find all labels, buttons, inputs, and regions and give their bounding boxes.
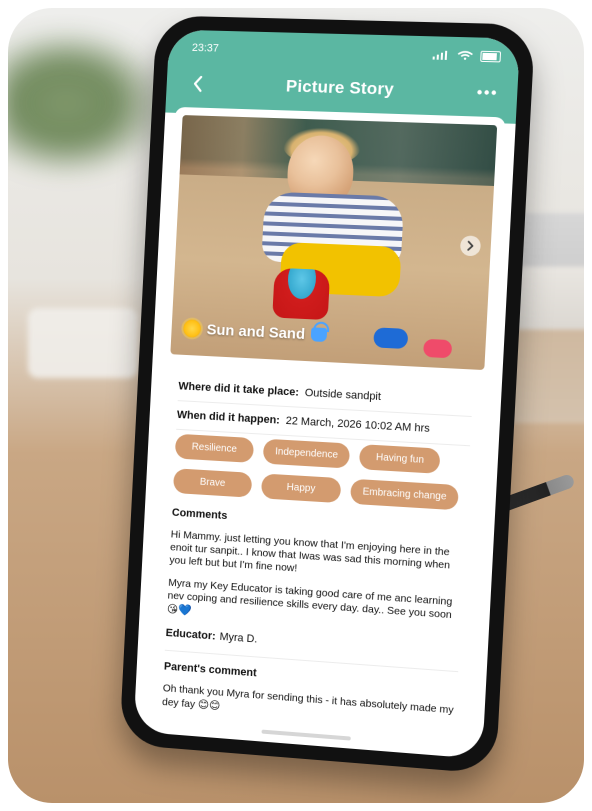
when-value: 22 March, 2026 10:02 AM hrs xyxy=(285,414,431,435)
tag-independence[interactable]: Independence xyxy=(262,438,351,469)
smartphone: 23:37 Picture Story Sun and Sand Where d… xyxy=(119,15,536,775)
educator-value: Myra D. xyxy=(219,630,258,646)
next-photo-button[interactable] xyxy=(459,235,482,257)
more-button[interactable] xyxy=(472,82,502,103)
status-icons xyxy=(432,49,502,62)
status-bar: 23:37 xyxy=(192,40,502,64)
chevron-right-icon xyxy=(465,240,476,253)
educator-label: Educator: xyxy=(165,626,217,643)
photo-caption-text: Sun and Sand xyxy=(206,320,306,343)
nav-bar: Picture Story xyxy=(166,63,519,114)
status-time: 23:37 xyxy=(191,41,220,55)
story-card: Sun and Sand Where did it take place: Ou… xyxy=(143,106,506,745)
story-photo: Sun and Sand xyxy=(170,115,498,371)
phone-screen: 23:37 Picture Story Sun and Sand Where d… xyxy=(133,29,521,760)
pink-toy xyxy=(423,338,453,359)
sand-bucket xyxy=(272,267,331,321)
back-icon xyxy=(191,75,206,93)
when-label: When did it happen: xyxy=(176,409,281,427)
signal-icon xyxy=(432,50,448,60)
where-value: Outside sandpit xyxy=(304,387,382,404)
wifi-icon xyxy=(456,50,475,60)
where-label: Where did it take place: xyxy=(178,380,300,399)
background-plate xyxy=(28,308,138,378)
photo-caption: Sun and Sand xyxy=(182,319,328,344)
sun-icon xyxy=(182,319,202,338)
background-plant xyxy=(8,28,168,178)
comment-paragraph-2: Myra my Key Educator is taking good care… xyxy=(167,577,463,638)
battery-icon xyxy=(480,50,502,62)
comment-paragraph-2-text: Myra my Key Educator is taking good care… xyxy=(167,576,453,622)
tag-having-fun[interactable]: Having fun xyxy=(359,444,441,474)
comment-paragraph-2-emojis: 😘💙 xyxy=(166,602,192,618)
more-icon xyxy=(477,89,497,95)
comments-section: Comments Hi Mammy. just letting you know… xyxy=(161,507,466,742)
tag-resilience[interactable]: Resilience xyxy=(174,433,255,463)
tag-embracing-change[interactable]: Embracing change xyxy=(350,478,460,511)
parent-comment-emojis: 😊😊 xyxy=(197,697,221,713)
background-photo: 23:37 Picture Story Sun and Sand Where d… xyxy=(8,8,584,803)
tag-happy[interactable]: Happy xyxy=(260,473,342,504)
blue-toy xyxy=(373,327,409,350)
story-details: Where did it take place: Outside sandpit… xyxy=(176,372,473,447)
back-button[interactable] xyxy=(186,72,211,96)
bucket-icon xyxy=(310,327,328,343)
page-title: Picture Story xyxy=(285,76,395,99)
comment-paragraph-1: Hi Mammy. just letting you know that I'm… xyxy=(169,528,451,575)
tag-list: Resilience Independence Having fun Brave… xyxy=(172,433,470,511)
tag-brave[interactable]: Brave xyxy=(172,468,253,498)
